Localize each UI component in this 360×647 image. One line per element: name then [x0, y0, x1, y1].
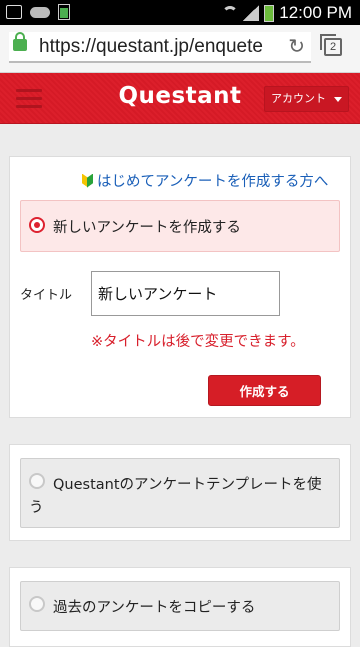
option-template-label-line1: Questantのアンケートテンプレートを使 — [53, 477, 322, 493]
title-label: タイトル — [20, 288, 73, 303]
beginner-guide[interactable]: はじめてアンケートを作成する方へ — [82, 170, 328, 191]
option-template[interactable]: Questantのアンケートテンプレートを使 う — [20, 458, 340, 528]
refresh-icon[interactable]: ↻ — [288, 36, 305, 56]
radio-unselected-icon[interactable] — [29, 596, 45, 612]
option-copy-survey-label: 過去のアンケートをコピーする — [53, 600, 256, 616]
radio-unselected-icon[interactable] — [29, 473, 45, 489]
radio-selected-icon[interactable] — [29, 217, 45, 233]
template-panel: Questantのアンケートテンプレートを使 う — [9, 444, 351, 541]
tab-count: 2 — [329, 41, 337, 53]
title-input[interactable] — [91, 271, 280, 316]
hd-icon — [6, 5, 22, 19]
status-bar: 12:00 PM — [0, 0, 360, 25]
option-template-label-line2: う — [29, 500, 44, 516]
copy-panel: 過去のアンケートをコピーする — [9, 567, 351, 647]
title-warning: ※タイトルは後で変更できます。 — [91, 334, 305, 350]
new-survey-panel: はじめてアンケートを作成する方へ 新しいアンケートを作成する タイトル ※タイト… — [9, 156, 351, 418]
signal-icon — [243, 5, 260, 21]
site-header: Questant アカウント — [0, 73, 360, 124]
battery-small-icon — [58, 4, 70, 20]
account-label: アカウント — [271, 92, 326, 105]
url-text[interactable]: https://questant.jp/enquete — [39, 36, 263, 58]
option-copy-survey[interactable]: 過去のアンケートをコピーする — [20, 581, 340, 631]
beginner-mark-icon — [82, 174, 93, 188]
wifi-icon — [222, 6, 239, 20]
tabs-button[interactable]: 2 — [320, 34, 342, 56]
lock-icon — [13, 32, 27, 51]
battery-icon — [264, 4, 275, 22]
url-bar[interactable]: https://questant.jp/enquete ↻ — [9, 32, 311, 63]
browser-toolbar: https://questant.jp/enquete ↻ 2 — [0, 25, 360, 73]
cloud-icon — [30, 6, 50, 18]
create-button[interactable]: 作成する — [208, 375, 321, 406]
option-new-survey[interactable]: 新しいアンケートを作成する — [20, 200, 340, 252]
option-new-survey-label: 新しいアンケートを作成する — [53, 220, 241, 236]
account-dropdown[interactable]: アカウント — [264, 86, 349, 112]
status-time: 12:00 PM — [279, 3, 352, 22]
beginner-guide-link[interactable]: はじめてアンケートを作成する方へ — [97, 170, 328, 191]
caret-down-icon — [334, 96, 342, 102]
